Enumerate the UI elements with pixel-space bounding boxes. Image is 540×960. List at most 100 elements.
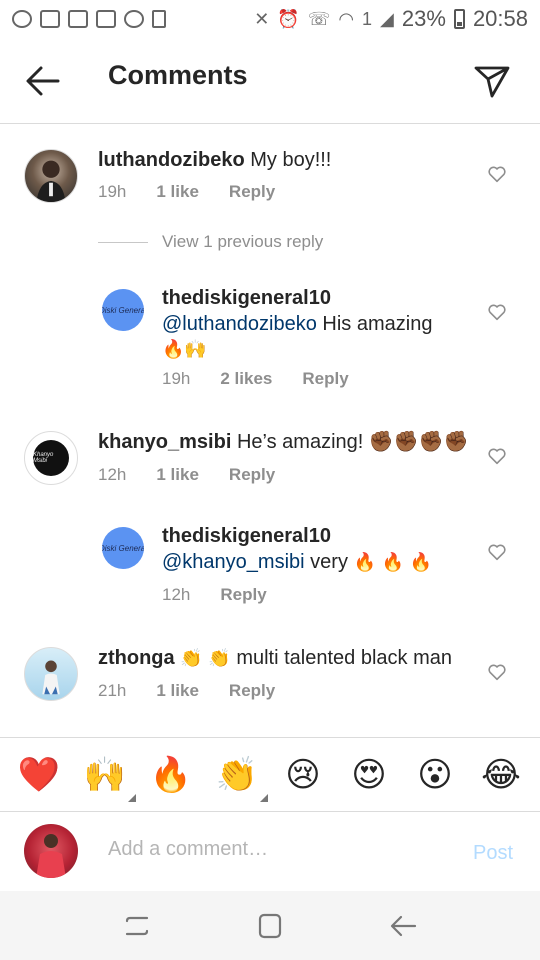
- reply-emoji: 🔥 🔥 🔥: [353, 552, 433, 573]
- comment-message: He’s amazing! ✊🏾✊🏾✊🏾✊🏾: [236, 431, 469, 453]
- comment-meta: 12h 1 like Reply: [98, 465, 275, 485]
- reply-button[interactable]: Reply: [229, 681, 275, 701]
- heart-icon[interactable]: [486, 661, 508, 683]
- reaction-clapping[interactable]: 👏: [215, 754, 268, 802]
- reply-time: 12h: [162, 585, 191, 604]
- heart-icon[interactable]: [486, 163, 508, 185]
- avatar[interactable]: Diski General: [102, 289, 144, 331]
- post-button[interactable]: Post: [473, 842, 513, 865]
- battery-percent: 23%: [401, 6, 446, 31]
- wifi-icon: ◠: [338, 8, 355, 29]
- view-previous-replies[interactable]: View 1 previous reply: [98, 232, 323, 252]
- status-bar: ✕ ⏰ ☏ ◠ 1 ◢ 23% 20:58: [0, 0, 540, 38]
- comment-message: My boy!!!: [250, 149, 332, 171]
- reply-message: very: [310, 551, 348, 573]
- status-notification-icons: [12, 10, 166, 28]
- reply-text: thediskigeneral10 @luthandozibeko His am…: [162, 285, 462, 363]
- sim-card-icon: [152, 10, 166, 28]
- avatar-logo: Khanyo Msibi: [33, 440, 69, 476]
- home-icon: [258, 913, 282, 938]
- comment-username[interactable]: khanyo_msibi: [98, 431, 231, 453]
- person-photo-icon: [36, 834, 66, 878]
- comment-likes[interactable]: 1 like: [156, 681, 199, 701]
- back-button[interactable]: [383, 906, 423, 946]
- home-button[interactable]: [250, 906, 290, 946]
- quick-reactions-bar: ❤️ 🙌 🔥 👏 😢 😍 😮 😂: [0, 737, 540, 811]
- comment-username[interactable]: zthonga: [98, 647, 175, 669]
- comment-meta: 21h 1 like Reply: [98, 681, 275, 701]
- gmail-icon: [40, 10, 60, 28]
- skin-tone-indicator: [260, 793, 268, 802]
- comment-time: 21h: [98, 681, 127, 700]
- instagram-icon: [12, 10, 32, 28]
- person-photo-icon: [42, 660, 60, 695]
- add-comment-input[interactable]: [108, 838, 448, 861]
- person-photo-icon: [36, 160, 66, 202]
- comment-username[interactable]: luthandozibeko: [98, 149, 245, 171]
- reply-button[interactable]: Reply: [220, 585, 266, 605]
- mention-link[interactable]: @luthandozibeko: [162, 313, 317, 335]
- reaction-raised-hands[interactable]: 🙌: [84, 754, 136, 802]
- reaction-crying[interactable]: 😢: [282, 754, 324, 796]
- reply-likes[interactable]: 2 likes: [220, 369, 272, 389]
- image-icon: [96, 10, 116, 28]
- signal-icon: ◢: [380, 8, 394, 29]
- wifi-call-icon: ☏: [307, 8, 331, 29]
- comment-likes[interactable]: 1 like: [156, 182, 199, 202]
- reply-button[interactable]: Reply: [302, 369, 348, 389]
- reply-username[interactable]: thediskigeneral10: [162, 523, 462, 549]
- comment-message: multi talented black man: [236, 647, 452, 669]
- reply-username[interactable]: thediskigeneral10: [162, 285, 462, 311]
- comments-header: Comments: [0, 38, 540, 124]
- clock: 20:58: [472, 6, 528, 31]
- avatar-label: Khanyo Msibi: [33, 452, 54, 464]
- reaction-laughing[interactable]: 😂: [480, 754, 522, 796]
- avatar-label: Diski General: [102, 543, 144, 553]
- reaction-fire[interactable]: 🔥: [150, 754, 192, 796]
- avatar[interactable]: Khanyo Msibi: [24, 431, 78, 485]
- back-nav-icon: [391, 915, 417, 936]
- comment-likes[interactable]: 1 like: [156, 465, 199, 485]
- comment-time: 19h: [98, 182, 127, 201]
- comment-time: 12h: [98, 465, 127, 484]
- my-avatar: [24, 824, 78, 878]
- reply-text: thediskigeneral10 @khanyo_msibi very 🔥 🔥…: [162, 523, 462, 576]
- back-arrow-icon[interactable]: [24, 62, 62, 100]
- comment-meta: 19h 1 like Reply: [98, 182, 275, 202]
- avatar[interactable]: [24, 647, 78, 701]
- recent-apps-button[interactable]: [117, 906, 157, 946]
- heart-icon[interactable]: [486, 445, 508, 467]
- reaction-heart[interactable]: ❤️: [18, 754, 60, 796]
- heart-icon[interactable]: [486, 301, 508, 323]
- avatar[interactable]: Diski General: [102, 527, 144, 569]
- reply-button[interactable]: Reply: [229, 465, 275, 485]
- reply-emoji: 🔥🙌: [162, 339, 207, 360]
- mention-link[interactable]: @khanyo_msibi: [162, 551, 305, 573]
- gmail-icon-2: [68, 10, 88, 28]
- battery-icon: [453, 9, 465, 29]
- reply-button[interactable]: Reply: [229, 182, 275, 202]
- reply-meta: 12h Reply: [162, 585, 267, 605]
- avatar-label: Diski General: [102, 305, 144, 315]
- divider-line: [98, 241, 148, 243]
- view-previous-label: View 1 previous reply: [162, 232, 324, 251]
- comment-text: zthonga 👏 👏 multi talented black man: [98, 645, 478, 672]
- reaction-surprised[interactable]: 😮: [414, 754, 456, 796]
- comment-composer: Post: [0, 811, 540, 891]
- mute-icon: ✕: [254, 8, 270, 29]
- skin-tone-indicator: [128, 793, 136, 802]
- avatar[interactable]: [24, 149, 78, 203]
- clapping-icon: 👏: [215, 754, 259, 795]
- page-title: Comments: [108, 60, 248, 90]
- heart-icon[interactable]: [486, 541, 508, 563]
- share-send-icon[interactable]: [472, 60, 512, 100]
- alarm-icon: ⏰: [277, 8, 300, 29]
- reply-message: His amazing: [322, 313, 433, 335]
- comment-text: luthandozibeko My boy!!!: [98, 147, 468, 173]
- status-system-icons: ✕ ⏰ ☏ ◠ 1 ◢ 23% 20:58: [254, 6, 528, 32]
- recent-apps-icon: [125, 916, 148, 935]
- comment-text: khanyo_msibi He’s amazing! ✊🏾✊🏾✊🏾✊🏾: [98, 429, 478, 455]
- reaction-heart-eyes[interactable]: 😍: [348, 754, 390, 796]
- system-nav-bar: [0, 891, 540, 960]
- reply-meta: 19h 2 likes Reply: [162, 369, 349, 389]
